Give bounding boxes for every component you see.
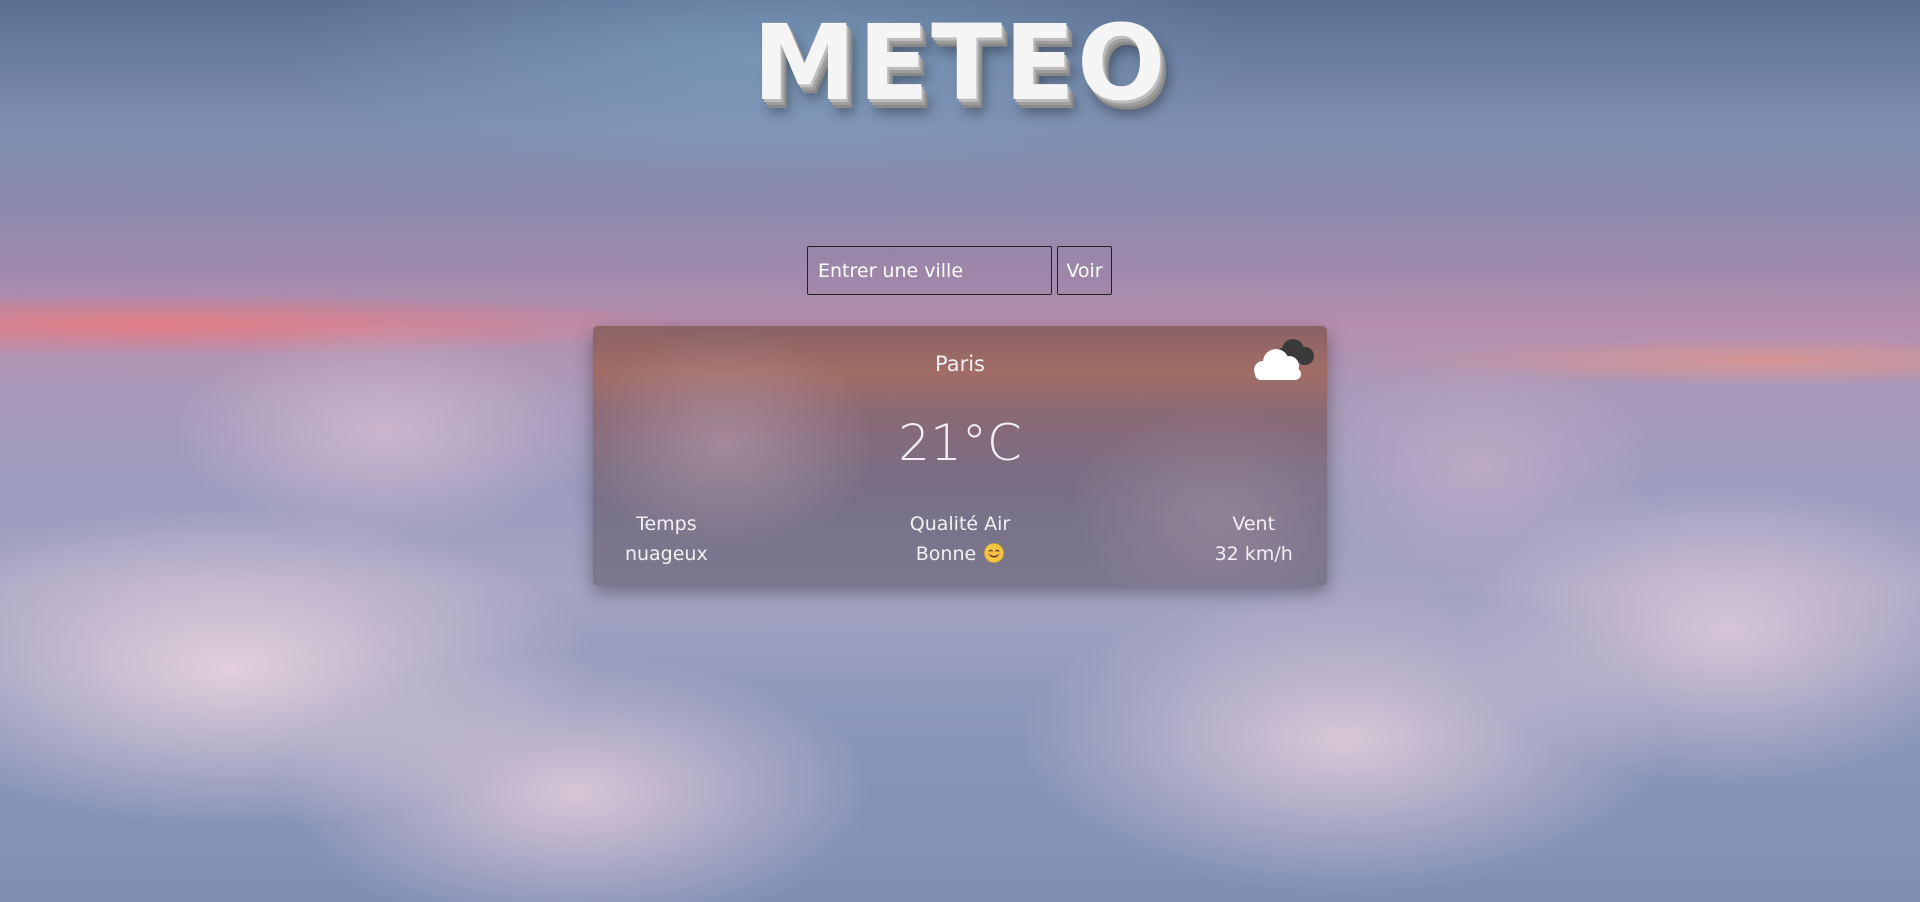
city-name: Paris xyxy=(935,352,985,376)
weather-details: Temps nuageux Qualité Air Bonne Vent 32 … xyxy=(593,509,1327,569)
detail-value: nuageux xyxy=(624,543,708,565)
temperature: 21°C xyxy=(898,414,1022,472)
weather-card: Paris 21°C Temps nuageux Qualité Air Bon… xyxy=(593,326,1327,586)
smiling-face-icon xyxy=(984,543,1005,563)
city-search-input[interactable] xyxy=(807,246,1052,295)
detail-label: Vent xyxy=(1232,513,1276,535)
search-button[interactable]: Voir xyxy=(1057,246,1112,295)
weather-detail-wind: Vent 32 km/h xyxy=(1131,509,1327,569)
detail-value: 32 km/h xyxy=(1214,543,1293,565)
detail-label: Qualité Air xyxy=(909,513,1011,535)
detail-value: Bonne xyxy=(915,543,977,565)
detail-label: Temps xyxy=(636,513,697,535)
page-title: METEO xyxy=(752,2,1168,124)
weather-detail-air-quality: Qualité Air Bonne xyxy=(838,509,1083,569)
search-form: Voir xyxy=(807,246,1112,295)
weather-detail-conditions: Temps nuageux xyxy=(593,509,789,569)
